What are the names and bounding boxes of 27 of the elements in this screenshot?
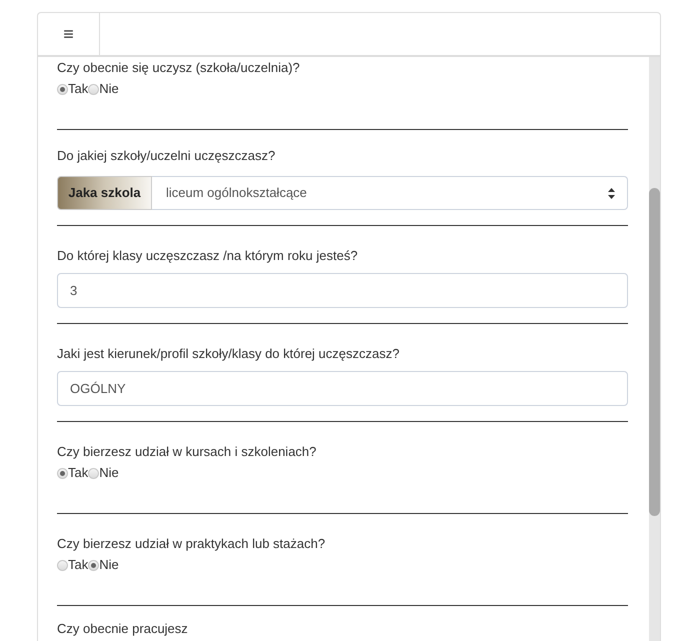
question-label: Czy obecnie się uczysz (szkoła/uczelnia)? (57, 59, 301, 77)
scrollbar-thumb[interactable] (649, 188, 660, 516)
radio-button[interactable] (57, 84, 68, 94)
scrollbar[interactable] (649, 57, 660, 641)
text-input[interactable]: 3 (57, 273, 628, 308)
question-label: Do której klasy uczęszczasz /na którym roku jesteś? (57, 247, 359, 265)
question-label: Do jakiej szkoły/uczelni uczęszczasz? (57, 147, 276, 165)
text-input[interactable]: OGÓLNY (57, 371, 628, 406)
sort-icon (608, 188, 615, 198)
radio-option[interactable]: Nie (88, 555, 119, 575)
question-label: Czy bierzesz udział w praktykach lub stażach? (57, 535, 326, 553)
question-label: Czy bierzesz udział w kursach i szkoleniach? (57, 443, 318, 461)
radio-button[interactable] (88, 468, 100, 478)
select-addon: Jaka szkola (57, 176, 152, 210)
school-select[interactable]: liceum ogólnokształcące (152, 176, 628, 210)
radio-button[interactable] (57, 468, 68, 478)
radio-button[interactable] (57, 560, 68, 570)
question-label: Czy obecnie pracujesz (57, 623, 189, 635)
radio-option[interactable]: Tak (57, 463, 88, 483)
radio-button[interactable] (88, 560, 100, 570)
question-label: Jaki jest kierunek/profil szkoły/klasy do której uczęszczasz? (57, 345, 400, 363)
radio-option[interactable]: Nie (88, 463, 119, 483)
radio-option[interactable]: Nie (88, 79, 119, 99)
menu-icon[interactable]: ≡ (63, 20, 74, 48)
radio-option[interactable]: Tak (57, 555, 88, 575)
radio-option[interactable]: Tak (57, 79, 88, 99)
radio-button[interactable] (88, 84, 100, 94)
